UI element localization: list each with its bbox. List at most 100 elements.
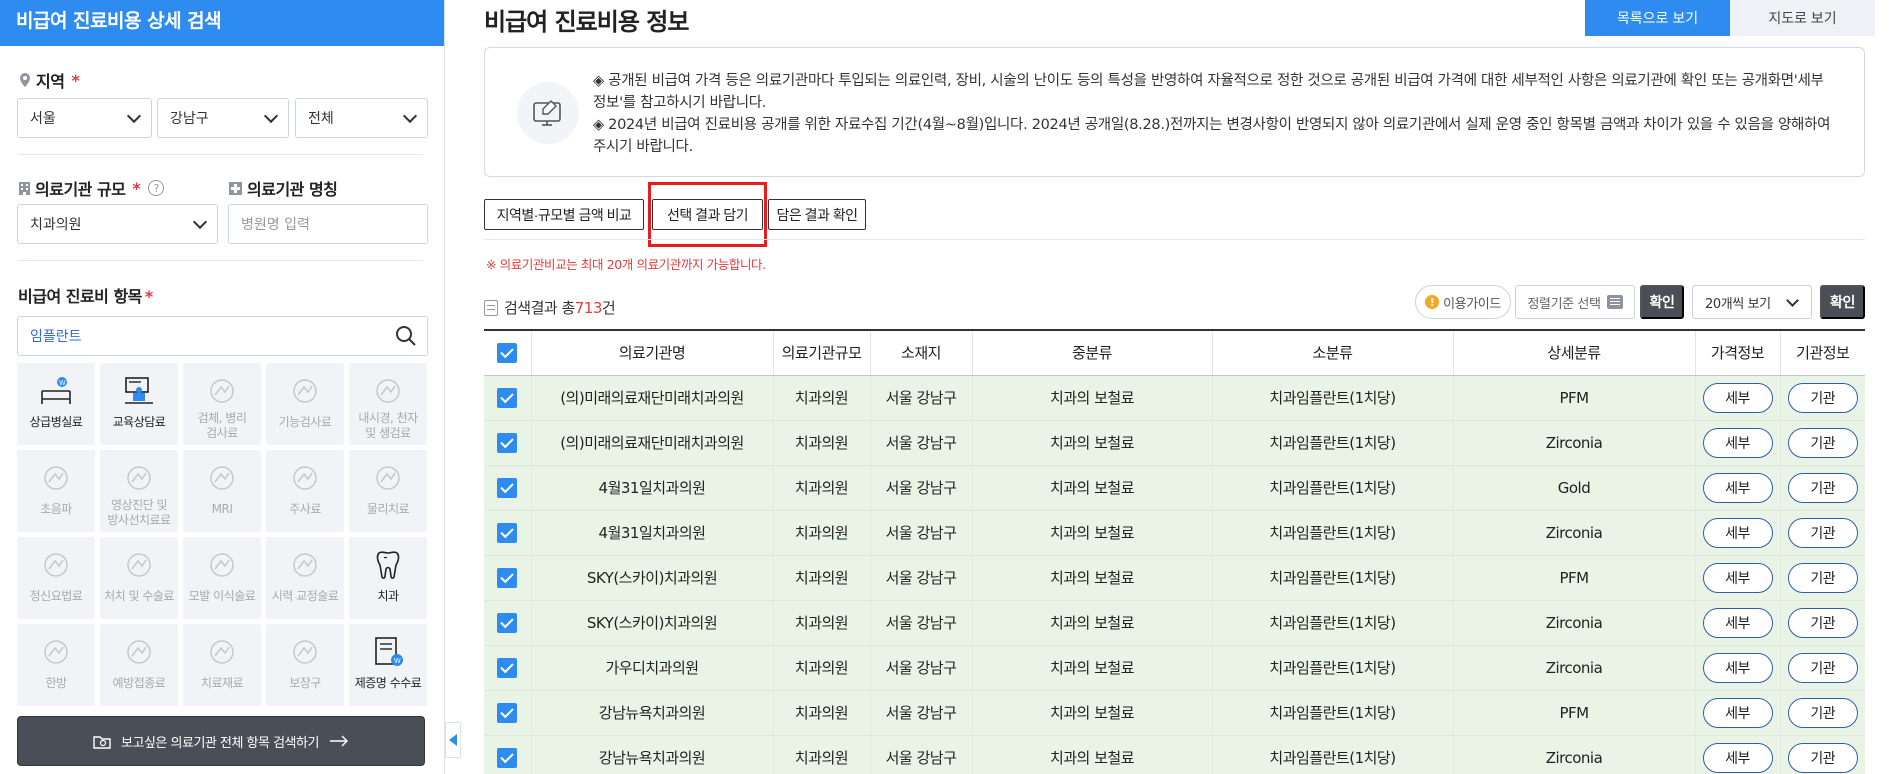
- category-tile[interactable]: 기능검사료: [266, 363, 344, 445]
- row-checkbox[interactable]: [497, 657, 518, 678]
- category-label: 한방: [45, 676, 67, 690]
- row-checkbox[interactable]: [497, 432, 518, 453]
- help-icon[interactable]: ?: [148, 180, 165, 196]
- price-detail-button[interactable]: 세부: [1702, 562, 1773, 593]
- row-select-cell: [484, 375, 532, 421]
- hospital-name-input[interactable]: 병원명 입력: [228, 204, 428, 244]
- institution-info-button[interactable]: 기관: [1787, 742, 1858, 773]
- row-checkbox[interactable]: [497, 522, 518, 543]
- row-checkbox[interactable]: [497, 477, 518, 498]
- price-detail-button[interactable]: 세부: [1702, 742, 1773, 773]
- institution-info-cell: 기관: [1780, 465, 1865, 511]
- price-detail-button[interactable]: 세부: [1702, 517, 1773, 548]
- institution-info-button[interactable]: 기관: [1787, 562, 1858, 593]
- collapse-sidebar-button[interactable]: [445, 722, 461, 758]
- category-label: 치료재료: [200, 676, 244, 690]
- detail-category-cell: Zirconia: [1453, 420, 1696, 466]
- category-tile[interactable]: 주사료: [266, 450, 344, 532]
- wheelchair-icon: [293, 640, 317, 664]
- results-table: 의료기관명 의료기관규모 소재지 중분류 소분류 상세분류 가격정보 기관정보 …: [484, 329, 1865, 774]
- sort-confirm-button[interactable]: 확인: [1640, 285, 1684, 319]
- institution-info-button[interactable]: 기관: [1787, 697, 1858, 728]
- category-tile[interactable]: 내시경, 천자 및 생검료: [349, 363, 427, 445]
- list-view-button[interactable]: 목록으로 보기: [1585, 0, 1730, 36]
- category-tile[interactable]: 보장구: [266, 624, 344, 706]
- category-tile[interactable]: 치과: [349, 537, 427, 619]
- search-all-button[interactable]: 보고싶은 의료기관 전체 항목 검색하기: [17, 716, 425, 766]
- hospital-name-cell: 4월31일치과의원: [531, 510, 774, 556]
- price-detail-button[interactable]: 세부: [1702, 427, 1773, 458]
- institution-info-button[interactable]: 기관: [1787, 382, 1858, 413]
- category-tile[interactable]: 한방: [17, 624, 95, 706]
- row-checkbox[interactable]: [497, 702, 518, 723]
- search-sidebar: 비급여 진료비용 상세 검색 지역 * 서울 강남구 전체 의료기관 규모 * ? …: [0, 0, 445, 774]
- row-checkbox[interactable]: [497, 612, 518, 633]
- scale-cell: 치과의원: [773, 465, 871, 511]
- institution-info-button[interactable]: 기관: [1787, 517, 1858, 548]
- page-size-confirm-button[interactable]: 확인: [1820, 285, 1865, 319]
- price-detail-button[interactable]: 세부: [1702, 472, 1773, 503]
- building-icon: [19, 181, 30, 195]
- physical-therapy-icon: [376, 466, 400, 490]
- mid-category-cell: 치과의 보철료: [972, 690, 1213, 736]
- row-checkbox[interactable]: [497, 747, 518, 768]
- category-tile[interactable]: 초음파: [17, 450, 95, 532]
- region-label-row: 지역 *: [18, 68, 80, 92]
- divider: [18, 260, 423, 261]
- search-icon[interactable]: [395, 325, 417, 347]
- search-all-label: 보고싶은 의료기관 전체 항목 검색하기: [121, 735, 319, 751]
- price-detail-button[interactable]: 세부: [1702, 697, 1773, 728]
- category-tile[interactable]: 처치 및 수술료: [100, 537, 178, 619]
- price-info-cell: 세부: [1695, 555, 1781, 601]
- category-label: 물리치료: [366, 502, 410, 516]
- usage-guide-button[interactable]: ! 이용가이드: [1415, 285, 1511, 319]
- scale-select[interactable]: 치과의원: [17, 204, 218, 244]
- chevron-down-icon: [126, 108, 142, 124]
- district-select[interactable]: 강남구: [157, 98, 289, 138]
- svg-text:W: W: [59, 380, 66, 387]
- institution-info-cell: 기관: [1780, 735, 1865, 774]
- row-checkbox[interactable]: [497, 387, 518, 408]
- view-saved-button[interactable]: 담은 결과 확인: [768, 199, 866, 230]
- category-tile[interactable]: 예방접종료: [100, 624, 178, 706]
- institution-info-button[interactable]: 기관: [1787, 427, 1858, 458]
- province-select[interactable]: 서울: [17, 98, 152, 138]
- institution-info-button[interactable]: 기관: [1787, 652, 1858, 683]
- category-tile[interactable]: 모발 이식술료: [183, 537, 261, 619]
- hospital-name-cell: SKY(스카이)치과의원: [531, 555, 774, 601]
- category-label: 치과: [377, 589, 399, 603]
- row-select-cell: [484, 735, 532, 774]
- category-tile[interactable]: 영상진단 및 방사선치료료: [100, 450, 178, 532]
- category-tile[interactable]: W 상급병실료: [17, 363, 95, 445]
- category-tile[interactable]: 검체, 병리 검사료: [183, 363, 261, 445]
- institution-info-button[interactable]: 기관: [1787, 472, 1858, 503]
- page-size-select[interactable]: 20개씩 보기: [1692, 285, 1812, 319]
- hospital-name-cell: 강남뉴욕치과의원: [531, 735, 774, 774]
- category-tile[interactable]: 물리치료: [349, 450, 427, 532]
- price-detail-button[interactable]: 세부: [1702, 382, 1773, 413]
- category-tile[interactable]: 시력 교정술료: [266, 537, 344, 619]
- scale-cell: 치과의원: [773, 690, 871, 736]
- row-checkbox[interactable]: [497, 567, 518, 588]
- institution-info-button[interactable]: 기관: [1787, 607, 1858, 638]
- price-detail-button[interactable]: 세부: [1702, 652, 1773, 683]
- item-search-input[interactable]: 임플란트: [17, 316, 428, 356]
- category-tile[interactable]: 교육상담료: [100, 363, 178, 445]
- row-select-cell: [484, 510, 532, 556]
- vaccine-icon: [127, 640, 151, 664]
- acupuncture-icon: [44, 640, 68, 664]
- select-all-checkbox[interactable]: [497, 342, 518, 363]
- category-tile[interactable]: 정신요법료: [17, 537, 95, 619]
- map-view-button[interactable]: 지도로 보기: [1730, 0, 1875, 36]
- category-tile[interactable]: 치료재료: [183, 624, 261, 706]
- price-detail-button[interactable]: 세부: [1702, 607, 1773, 638]
- lab-test-icon: [210, 379, 234, 403]
- sort-select[interactable]: 정렬기준 선택: [1515, 285, 1635, 319]
- compare-button[interactable]: 지역별·규모별 금액 비교: [484, 199, 644, 230]
- category-tile[interactable]: MRI: [183, 450, 261, 532]
- category-tile[interactable]: W 제증명 수수료: [349, 624, 427, 706]
- dong-select[interactable]: 전체: [295, 98, 428, 138]
- region-label: 지역: [36, 72, 65, 91]
- row-select-cell: [484, 555, 532, 601]
- price-info-cell: 세부: [1695, 735, 1781, 774]
